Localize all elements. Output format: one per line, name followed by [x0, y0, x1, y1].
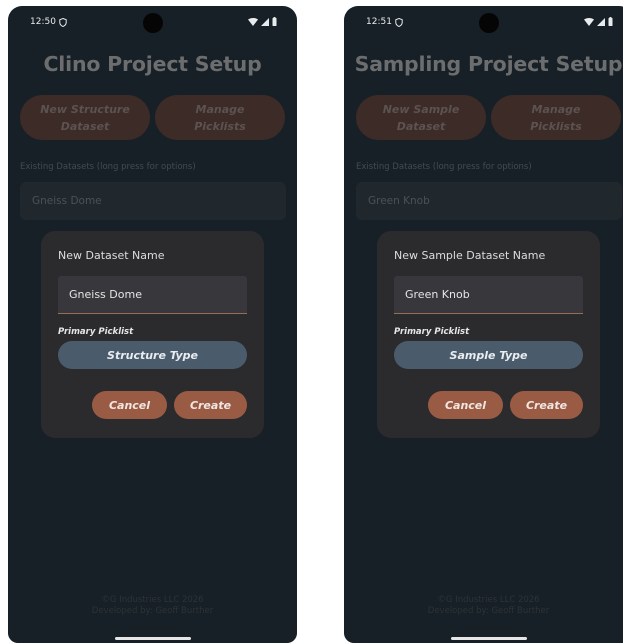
new-dataset-button[interactable]: New Structure Dataset: [20, 95, 150, 140]
page-title: Sampling Project Setup: [354, 52, 623, 76]
status-time: 12:51: [366, 17, 392, 27]
new-dataset-dialog: New Dataset Name Gneiss Dome Primary Pic…: [41, 231, 264, 438]
footer-developer: Developed by: Geoff Burther: [91, 606, 214, 616]
vpn-shield-icon: [59, 17, 67, 27]
primary-picklist-label: Primary Picklist: [394, 327, 470, 337]
new-dataset-dialog: New Sample Dataset Name Green Knob Prima…: [377, 231, 600, 438]
signal-icon: [261, 17, 269, 26]
signal-icon: [597, 17, 605, 26]
manage-picklists-button-line2: Picklists: [530, 119, 582, 133]
vpn-shield-icon: [395, 17, 403, 27]
existing-datasets-label: Existing Datasets (long press for option…: [356, 162, 532, 172]
primary-picklist-button[interactable]: Sample Type: [394, 341, 583, 369]
phone-screen-sampling: 12:51 Sampling Project Setup New Sample …: [344, 6, 623, 643]
cancel-button[interactable]: Cancel: [92, 391, 167, 419]
dialog-title: New Sample Dataset Name: [394, 249, 546, 262]
wifi-icon: [248, 17, 258, 26]
home-gesture-bar[interactable]: [114, 637, 191, 640]
new-dataset-button-line1: New Structure: [40, 102, 130, 116]
primary-picklist-label: Primary Picklist: [58, 327, 134, 337]
wifi-icon: [584, 17, 594, 26]
manage-picklists-button[interactable]: Manage Picklists: [491, 95, 621, 140]
footer-developer: Developed by: Geoff Burther: [427, 606, 550, 616]
manage-picklists-button-line1: Manage: [195, 102, 245, 116]
footer: ©G Industries LLC 2026 Developed by: Geo…: [344, 595, 623, 617]
cancel-button[interactable]: Cancel: [428, 391, 503, 419]
battery-icon: [272, 17, 277, 26]
manage-picklists-button[interactable]: Manage Picklists: [155, 95, 285, 140]
status-bar: 12:51: [344, 6, 623, 40]
dialog-title: New Dataset Name: [58, 249, 165, 262]
create-button[interactable]: Create: [174, 391, 247, 419]
battery-icon: [608, 17, 613, 26]
new-dataset-button-line2: Dataset: [60, 119, 110, 133]
primary-picklist-button[interactable]: Structure Type: [58, 341, 247, 369]
page-title: Clino Project Setup: [43, 52, 262, 76]
new-dataset-button-line1: New Sample: [382, 102, 460, 116]
dataset-list-item[interactable]: Green Knob: [356, 182, 622, 220]
create-button[interactable]: Create: [510, 391, 583, 419]
dataset-name-input[interactable]: Gneiss Dome: [58, 276, 247, 314]
camera-cutout: [142, 13, 163, 33]
manage-picklists-button-line1: Manage: [531, 102, 581, 116]
status-time: 12:50: [30, 17, 56, 27]
camera-cutout: [478, 13, 499, 33]
dataset-list-item[interactable]: Gneiss Dome: [20, 182, 286, 220]
phone-screen-clino: 12:50 Clino Project Setup New Structure …: [8, 6, 297, 643]
footer: ©G Industries LLC 2026 Developed by: Geo…: [8, 595, 297, 617]
manage-picklists-button-line2: Picklists: [194, 119, 246, 133]
dataset-name-input[interactable]: Green Knob: [394, 276, 583, 314]
existing-datasets-label: Existing Datasets (long press for option…: [20, 162, 196, 172]
footer-copyright: ©G Industries LLC 2026: [437, 595, 540, 605]
home-gesture-bar[interactable]: [450, 637, 527, 640]
new-dataset-button-line2: Dataset: [396, 119, 446, 133]
footer-copyright: ©G Industries LLC 2026: [101, 595, 204, 605]
status-bar: 12:50: [8, 6, 297, 40]
new-dataset-button[interactable]: New Sample Dataset: [356, 95, 486, 140]
